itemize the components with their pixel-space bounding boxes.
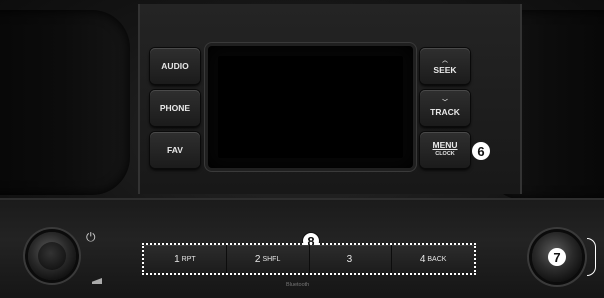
audio-button-label: AUDIO — [161, 60, 189, 71]
preset-tag: BACK — [427, 255, 447, 263]
preset-tag: RPT — [181, 255, 196, 263]
track-button-label: TRACK — [430, 107, 460, 117]
bluetooth-label: Bluetooth — [286, 282, 310, 288]
seek-button-label: SEEK — [433, 65, 457, 75]
preset-number: 1 — [174, 253, 180, 265]
head-unit-panel: AUDIO PHONE FAV ︿ SEEK ﹀ TRACK MENU CLOC… — [0, 0, 604, 298]
preset-number: 3 — [346, 253, 353, 265]
fav-button-label: FAV — [167, 144, 183, 155]
preset-3-button[interactable]: 3 — [309, 245, 393, 273]
menu-button-content: MENU CLOCK — [432, 141, 457, 159]
tune-knob-bracket — [587, 238, 596, 276]
phone-button[interactable]: PHONE — [150, 90, 200, 126]
preset-number: 2 — [254, 253, 261, 265]
power-volume-knob-cap — [38, 242, 66, 270]
seek-button-content: ︿ SEEK — [433, 57, 456, 75]
menu-clock-button[interactable]: MENU CLOCK — [420, 132, 470, 168]
callout-7: 7 — [548, 248, 566, 266]
preset-1-rpt-button[interactable]: 1 RPT — [144, 245, 227, 273]
seek-button[interactable]: ︿ SEEK — [420, 48, 470, 84]
phone-button-label: PHONE — [159, 102, 191, 113]
preset-number: 4 — [419, 253, 426, 265]
left-air-vent — [0, 10, 130, 195]
track-button-content: ﹀ TRACK — [430, 99, 460, 117]
display-screen-glass — [218, 56, 403, 158]
callout-6: 6 — [472, 142, 490, 160]
track-button[interactable]: ﹀ TRACK — [420, 90, 470, 126]
preset-button-bar: 1 RPT 2 SHFL 3 4 BACK — [142, 243, 476, 275]
power-volume-knob[interactable] — [28, 232, 76, 280]
preset-4-back-button[interactable]: 4 BACK — [392, 245, 474, 273]
clock-sub-label: CLOCK — [435, 151, 455, 157]
menu-button-label: MENU — [432, 140, 458, 150]
preset-tag: SHFL — [262, 255, 281, 263]
audio-button[interactable]: AUDIO — [150, 48, 200, 84]
power-icon: ⏻ — [86, 230, 96, 244]
preset-2-shfl-button[interactable]: 2 SHFL — [226, 245, 310, 273]
display-screen[interactable] — [208, 46, 413, 168]
fav-button[interactable]: FAV — [150, 132, 200, 168]
